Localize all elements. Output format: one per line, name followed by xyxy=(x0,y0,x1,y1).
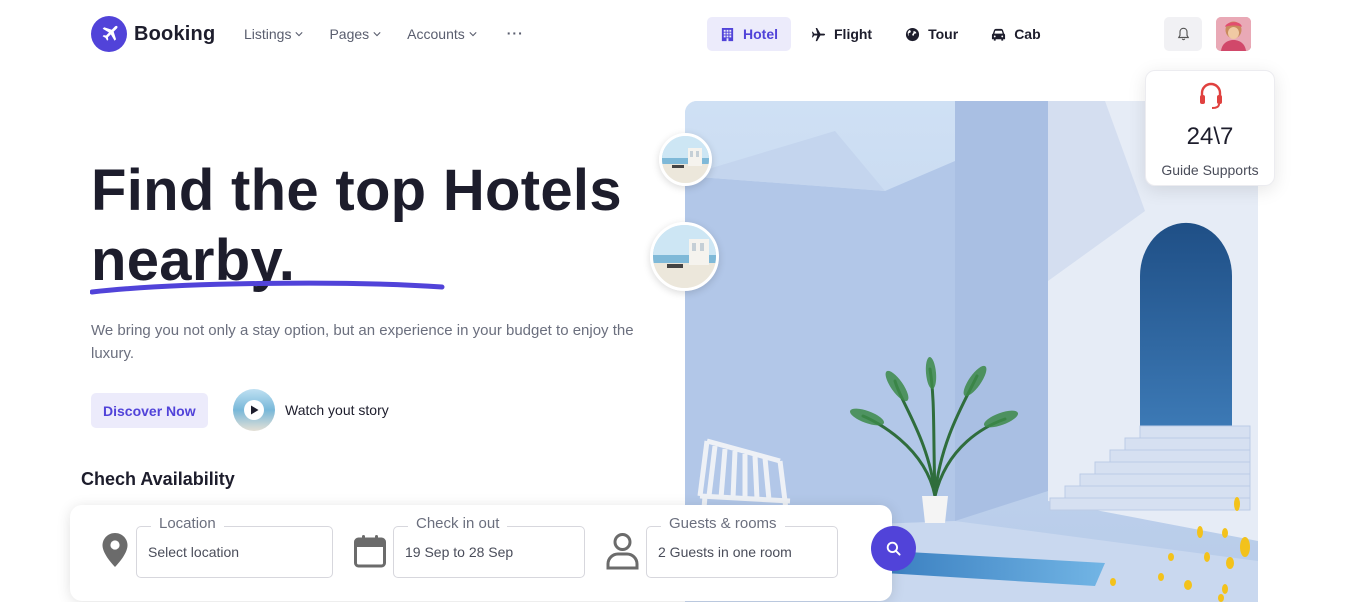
location-field[interactable]: Location Select location xyxy=(136,515,333,578)
car-icon xyxy=(992,28,1006,41)
tab-cab[interactable]: Cab xyxy=(978,17,1053,51)
check-in-out-label: Check in out xyxy=(408,515,508,532)
brand-name: Booking xyxy=(134,22,216,45)
headset-icon xyxy=(1200,82,1222,109)
hero-subtitle: We bring you not only a stay option, but… xyxy=(91,322,634,362)
tab-label: Tour xyxy=(928,26,959,42)
menu-pages[interactable]: Pages xyxy=(329,24,381,44)
person-icon xyxy=(606,533,639,570)
check-in-out-field[interactable]: Check in out 19 Sep to 28 Sep xyxy=(393,515,585,578)
airplane-logo-icon xyxy=(91,16,127,52)
menu-accounts[interactable]: Accounts xyxy=(407,24,477,44)
tab-label: Cab xyxy=(1014,26,1041,42)
gallery-thumbnail-1[interactable] xyxy=(659,133,712,186)
main-menu: Listings Pages Accounts ··· xyxy=(244,24,524,44)
title-line-1: Find the top Hotels xyxy=(91,158,622,223)
thumbnail-image xyxy=(662,136,709,183)
user-avatar[interactable] xyxy=(1216,17,1251,51)
play-icon xyxy=(244,400,264,420)
thumbnail-image xyxy=(653,225,716,288)
tab-hotel[interactable]: Hotel xyxy=(707,17,791,51)
chevron-down-icon xyxy=(373,32,381,37)
watch-story-label: Watch yout story xyxy=(285,402,389,418)
guests-rooms-label: Guests & rooms xyxy=(661,515,785,532)
support-card: 24\7 Guide Supports xyxy=(1145,70,1275,186)
tab-flight[interactable]: Flight xyxy=(798,17,885,51)
video-thumbnail xyxy=(233,389,275,431)
title-underline-decoration xyxy=(90,280,445,295)
availability-heading: Chech Availability xyxy=(81,469,235,489)
calendar-icon xyxy=(354,535,386,568)
hotel-icon xyxy=(721,27,734,41)
menu-label: Accounts xyxy=(407,26,465,42)
menu-label: Pages xyxy=(329,26,370,42)
map-pin-icon xyxy=(102,533,128,567)
tab-tour[interactable]: Tour xyxy=(892,17,971,51)
availability-search-card: Location Select location Check in out 19… xyxy=(70,505,916,601)
gallery-thumbnail-2[interactable] xyxy=(650,222,719,291)
support-hours: 24\7 xyxy=(1186,123,1234,150)
chevron-down-icon xyxy=(469,32,477,37)
guests-rooms-value: 2 Guests in one room xyxy=(658,544,792,560)
discover-now-button[interactable]: Discover Now xyxy=(91,393,208,428)
search-button[interactable] xyxy=(871,526,916,571)
brand-logo[interactable]: Booking xyxy=(91,16,215,52)
notifications-button[interactable] xyxy=(1164,17,1202,51)
watch-story-link[interactable]: Watch yout story xyxy=(233,389,389,431)
bell-icon xyxy=(1177,27,1189,41)
support-label: Guide Supports xyxy=(1161,162,1259,178)
top-navbar: Booking Listings Pages Accounts ··· Hote… xyxy=(0,0,1347,68)
menu-label: Listings xyxy=(244,26,292,42)
plane-icon xyxy=(811,27,826,41)
menu-listings[interactable]: Listings xyxy=(244,24,304,44)
check-in-out-value: 19 Sep to 28 Sep xyxy=(405,544,514,560)
avatar-image xyxy=(1216,17,1251,51)
guests-rooms-field[interactable]: Guests & rooms 2 Guests in one room xyxy=(646,515,838,578)
category-tabs: Hotel Flight Tour Cab xyxy=(707,17,1061,51)
chevron-down-icon xyxy=(295,32,304,37)
location-label: Location xyxy=(151,515,224,532)
location-value: Select location xyxy=(148,544,240,560)
search-icon xyxy=(886,541,901,556)
more-menu-icon[interactable]: ··· xyxy=(507,24,524,44)
tab-label: Hotel xyxy=(743,26,778,42)
globe-icon xyxy=(906,27,920,41)
page-title: Find the top Hotels nearby. xyxy=(91,156,651,296)
tab-label: Flight xyxy=(834,26,873,42)
